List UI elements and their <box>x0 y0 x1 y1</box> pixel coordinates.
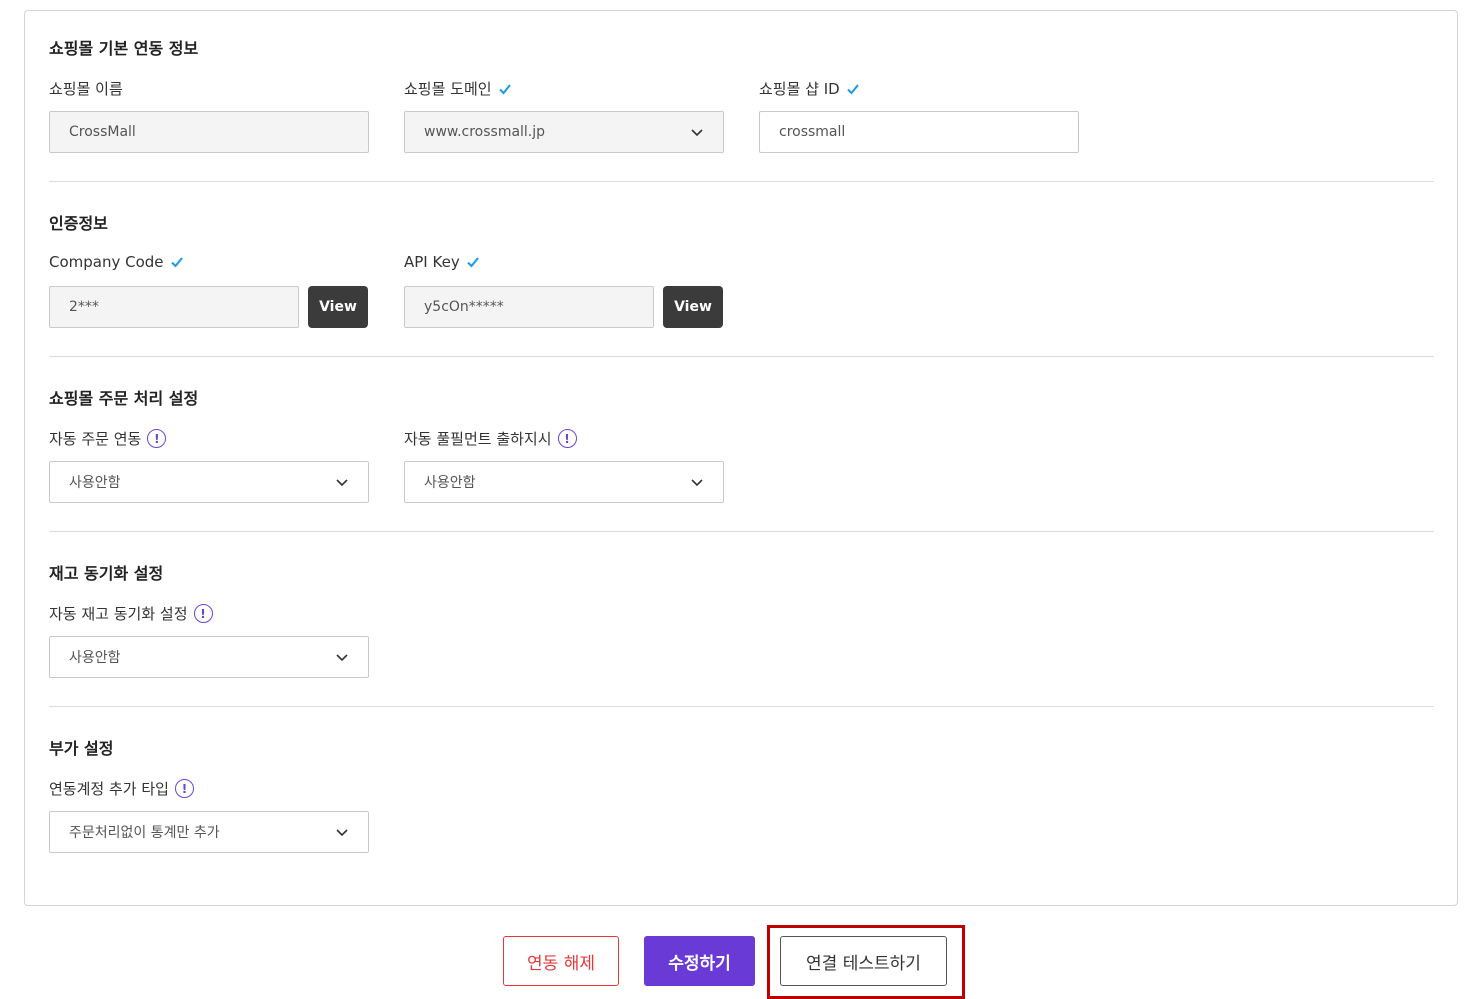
shop-id-label: 쇼핑몰 샵 ID <box>759 78 860 99</box>
section-title-order: 쇼핑몰 주문 처리 설정 <box>49 389 199 408</box>
api-key-field: y5cOn***** <box>404 286 654 328</box>
shop-id-value: crossmall <box>779 124 846 140</box>
chevron-down-icon <box>691 479 703 487</box>
check-icon <box>498 83 511 94</box>
company-code-view-button[interactable]: View <box>308 286 368 328</box>
account-type-label-text: 연동계정 추가 타입 <box>49 780 169 798</box>
section-title-auth: 인증정보 <box>49 214 108 233</box>
section-title-basic: 쇼핑몰 기본 연동 정보 <box>49 39 199 58</box>
auto-fulfill-select[interactable]: 사용안함 <box>404 461 724 503</box>
chevron-down-icon <box>691 129 703 137</box>
settings-card: 쇼핑몰 기본 연동 정보 쇼핑몰 이름 CrossMall 쇼핑몰 도메인 ww… <box>24 10 1458 906</box>
info-icon[interactable]: ! <box>557 429 577 448</box>
company-code-label-text: Company Code <box>49 253 164 271</box>
mall-name-field: CrossMall <box>49 111 369 153</box>
domain-select[interactable]: www.crossmall.jp <box>404 111 724 153</box>
account-type-label: 연동계정 추가 타입 ! <box>49 778 194 799</box>
chevron-down-icon <box>336 479 348 487</box>
info-icon[interactable]: ! <box>193 604 213 623</box>
divider <box>49 531 1434 532</box>
api-key-value: y5cOn***** <box>424 299 504 315</box>
check-icon <box>466 257 479 268</box>
domain-label: 쇼핑몰 도메인 <box>404 78 512 99</box>
domain-value: www.crossmall.jp <box>424 124 546 140</box>
auto-stock-value: 사용안함 <box>69 650 121 666</box>
section-title-stock: 재고 동기화 설정 <box>49 564 164 583</box>
shop-id-input[interactable]: crossmall <box>759 111 1079 153</box>
mall-name-value: CrossMall <box>69 124 136 140</box>
connection-test-button[interactable]: 연결 테스트하기 <box>780 936 947 986</box>
unlink-button[interactable]: 연동 해제 <box>503 936 619 986</box>
company-code-value: 2*** <box>69 299 99 315</box>
api-key-label-text: API Key <box>404 253 460 271</box>
auto-order-select[interactable]: 사용안함 <box>49 461 369 503</box>
auto-stock-label: 자동 재고 동기화 설정 ! <box>49 603 213 624</box>
auto-fulfill-value: 사용안함 <box>424 475 476 491</box>
api-key-label: API Key <box>404 253 480 271</box>
company-code-field: 2*** <box>49 286 299 328</box>
edit-button[interactable]: 수정하기 <box>644 936 755 986</box>
company-code-label: Company Code <box>49 253 184 271</box>
check-icon <box>847 83 859 94</box>
check-icon <box>170 257 183 268</box>
divider <box>49 356 1434 357</box>
domain-label-text: 쇼핑몰 도메인 <box>404 80 492 98</box>
info-icon[interactable]: ! <box>147 429 167 448</box>
chevron-down-icon <box>336 654 348 662</box>
divider <box>49 181 1434 182</box>
auto-stock-label-text: 자동 재고 동기화 설정 <box>49 605 188 623</box>
auto-order-label-text: 자동 주문 연동 <box>49 430 142 448</box>
api-key-view-button[interactable]: View <box>663 286 723 328</box>
chevron-down-icon <box>336 829 348 837</box>
auto-order-value: 사용안함 <box>69 475 121 491</box>
account-type-value: 주문처리없이 통계만 추가 <box>69 825 220 841</box>
auto-order-label: 자동 주문 연동 ! <box>49 428 167 449</box>
account-type-select[interactable]: 주문처리없이 통계만 추가 <box>49 811 369 853</box>
info-icon[interactable]: ! <box>174 779 194 798</box>
mall-name-label-text: 쇼핑몰 이름 <box>49 80 123 98</box>
auto-fulfill-label-text: 자동 풀필먼트 출하지시 <box>404 430 552 448</box>
auto-stock-select[interactable]: 사용안함 <box>49 636 369 678</box>
divider <box>49 706 1434 707</box>
section-title-extra: 부가 설정 <box>49 739 114 758</box>
auto-fulfill-label: 자동 풀필먼트 출하지시 ! <box>404 428 577 449</box>
mall-name-label: 쇼핑몰 이름 <box>49 78 123 99</box>
shop-id-label-text: 쇼핑몰 샵 ID <box>759 80 840 98</box>
